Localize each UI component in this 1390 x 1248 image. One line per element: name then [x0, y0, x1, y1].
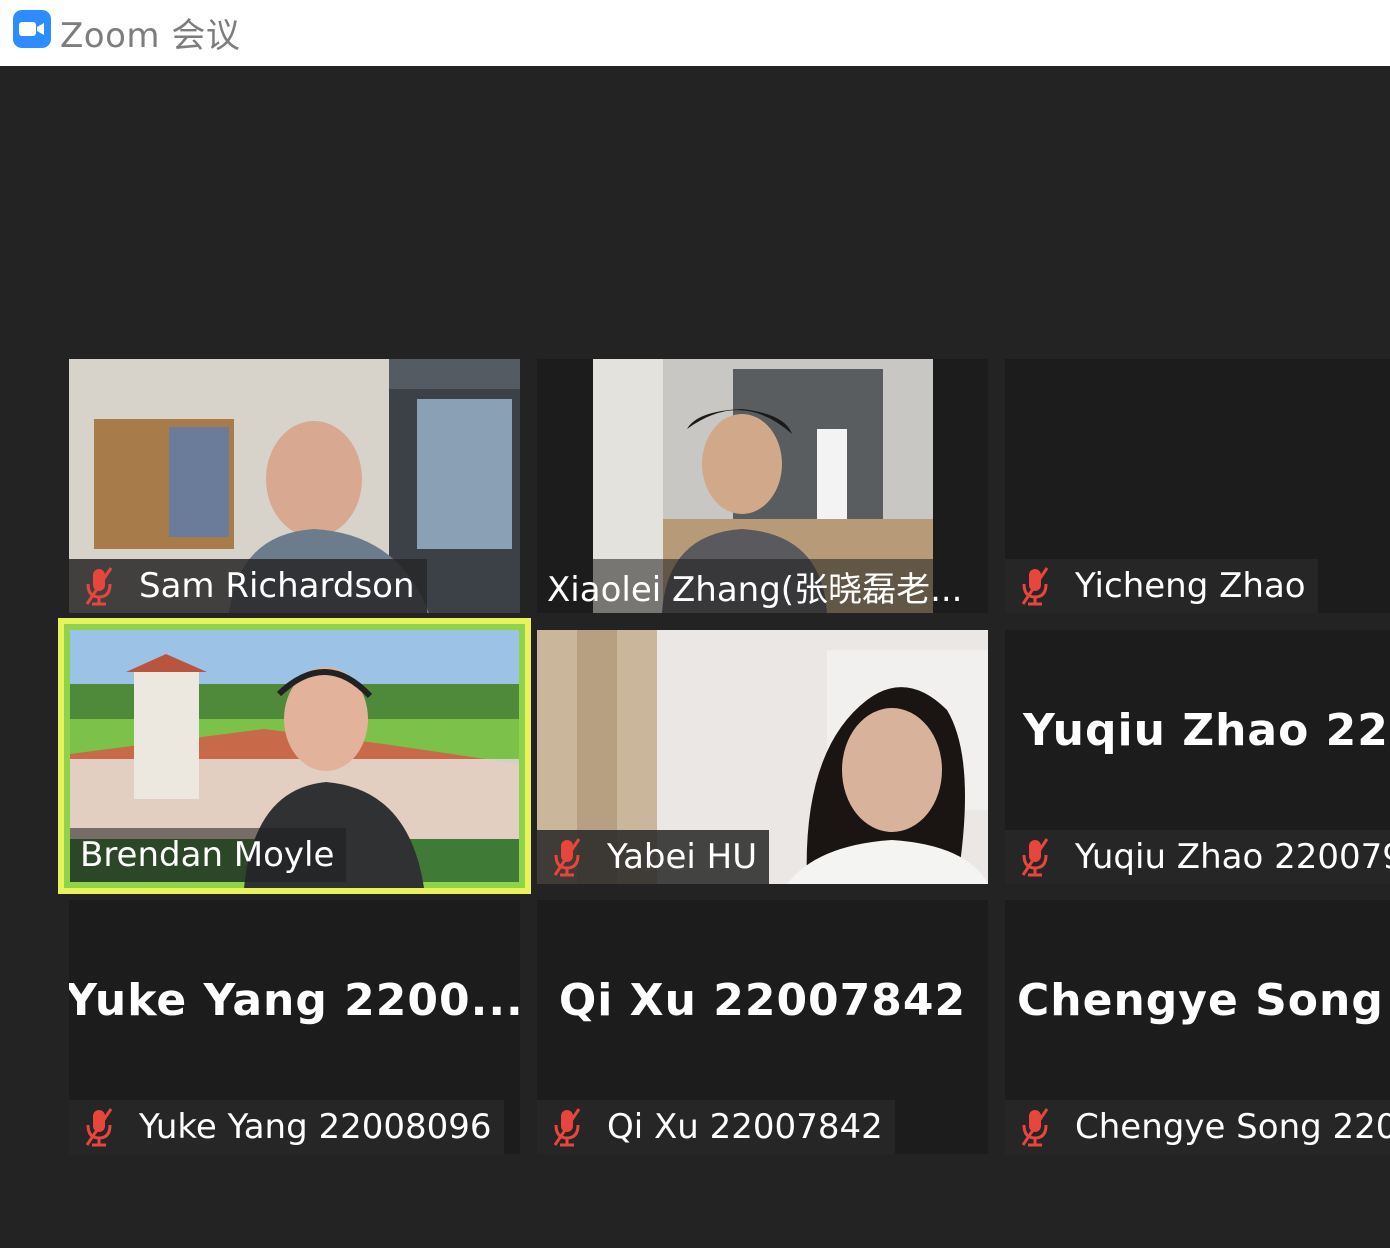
participant-name: Yuqiu Zhao 2200790 [1075, 837, 1390, 877]
muted-microphone-icon [553, 838, 581, 877]
muted-microphone-icon [1021, 567, 1049, 606]
participant-tile-xiaolei-zhang[interactable]: Xiaolei Zhang(张晓磊老... [537, 359, 988, 613]
participant-tile-brendan-moyle[interactable]: Brendan Moyle [58, 618, 531, 894]
muted-microphone-icon [553, 1108, 581, 1147]
participant-name-label: Yuqiu Zhao 2200790 [1005, 830, 1390, 884]
participant-name-label: Yabei HU [537, 830, 770, 884]
participant-name: Chengye Song 2200 [1075, 1107, 1390, 1147]
participant-display-name: Yuqiu Zhao 220 [1023, 704, 1390, 756]
title-bar: Zoom 会议 [0, 0, 1390, 66]
zoom-camera-icon [13, 10, 51, 48]
meeting-gallery-view: Sam Richardson Xiaolei Zhang(张晓磊老... Yic… [0, 66, 1390, 1248]
participant-name-label: Xiaolei Zhang(张晓磊老... [537, 559, 975, 613]
participant-name: Qi Xu 22007842 [607, 1107, 883, 1147]
muted-microphone-icon [85, 1108, 113, 1147]
participant-name-label: Brendan Moyle [70, 828, 347, 882]
participant-name: Yabei HU [607, 837, 758, 877]
participant-name-label: Yuke Yang 22008096 [69, 1100, 504, 1154]
participant-name-label: Yicheng Zhao [1005, 559, 1318, 613]
participant-tile-yicheng-zhao[interactable]: Yicheng Zhao [1005, 359, 1390, 613]
participant-name: Brendan Moyle [80, 835, 335, 875]
participant-tile-qi-xu[interactable]: Qi Xu 22007842 Qi Xu 22007842 [537, 900, 988, 1154]
participant-tile-chengye-song[interactable]: Chengye Song 2 Chengye Song 2200 [1005, 900, 1390, 1154]
participant-display-name: Chengye Song 2 [1017, 974, 1390, 1026]
muted-microphone-icon [1021, 1108, 1049, 1147]
window-title: Zoom 会议 [60, 16, 241, 56]
participant-name-label: Qi Xu 22007842 [537, 1100, 895, 1154]
muted-microphone-icon [1021, 838, 1049, 877]
participant-name: Yuke Yang 22008096 [139, 1107, 492, 1147]
participant-tile-yabei-hu[interactable]: Yabei HU [537, 630, 988, 884]
participant-name-label: Chengye Song 2200 [1005, 1100, 1390, 1154]
participant-name: Yicheng Zhao [1075, 566, 1306, 606]
participant-name: Xiaolei Zhang(张晓磊老... [547, 569, 963, 610]
participant-name: Sam Richardson [139, 566, 415, 606]
participant-tile-yuke-yang[interactable]: Yuke Yang 2200... Yuke Yang 22008096 [69, 900, 520, 1154]
participant-tile-yuqiu-zhao[interactable]: Yuqiu Zhao 220 Yuqiu Zhao 2200790 [1005, 630, 1390, 884]
participant-name-label: Sam Richardson [69, 559, 427, 613]
participant-display-name: Yuke Yang 2200... [69, 974, 520, 1026]
participant-tile-sam-richardson[interactable]: Sam Richardson [69, 359, 520, 613]
muted-microphone-icon [85, 567, 113, 606]
participant-display-name: Qi Xu 22007842 [558, 974, 967, 1026]
